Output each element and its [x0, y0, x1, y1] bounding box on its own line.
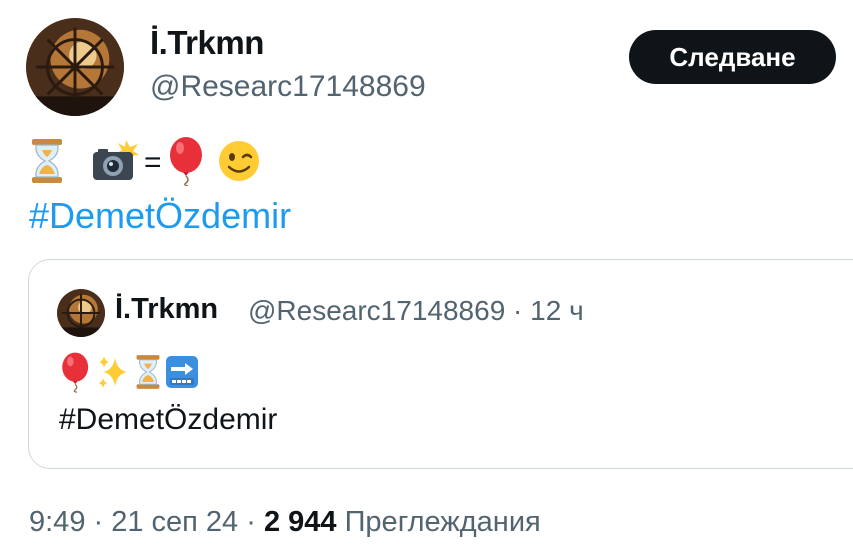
follow-button[interactable]: Следване — [629, 30, 836, 84]
author-avatar[interactable] — [26, 18, 124, 116]
quoted-author-avatar[interactable] — [57, 289, 105, 337]
equals-sign: = — [144, 146, 162, 179]
author-handle[interactable]: @Researc17148869 — [150, 70, 426, 104]
hourglass-icon — [30, 138, 64, 189]
quoted-avatar-image — [57, 289, 105, 337]
author-name[interactable]: İ.Trkmn — [150, 24, 264, 62]
balloon-icon — [166, 136, 208, 191]
soon-arrow-icon — [165, 355, 199, 394]
post-hashtag-link[interactable]: #DemetÖzdemir — [29, 195, 291, 237]
post-emoji-line: = — [30, 136, 260, 191]
post-footer: 9:49 · 21 сеп 24 · 2 944 Преглеждания — [29, 506, 541, 539]
balloon-icon — [59, 351, 93, 398]
sparkles-icon — [97, 354, 131, 395]
camera-flash-icon — [90, 138, 140, 189]
quoted-post-card[interactable]: İ.Trkmn @Researc17148869 · 12 ч #DemetÖz… — [28, 259, 853, 469]
post-timestamp[interactable]: 9:49 · 21 сеп 24 · — [29, 506, 264, 538]
quoted-hashtag: #DemetÖzdemir — [59, 403, 278, 436]
winking-face-icon — [218, 140, 260, 187]
hourglass-icon — [135, 354, 161, 395]
quoted-emoji-line — [59, 352, 199, 396]
views-label: Преглеждания — [336, 506, 541, 538]
quoted-author-name[interactable]: İ.Trkmn — [115, 293, 218, 326]
avatar-image — [26, 18, 124, 116]
views-count: 2 944 — [263, 506, 337, 538]
quoted-handle-time: @Researc17148869 · 12 ч — [248, 295, 584, 326]
